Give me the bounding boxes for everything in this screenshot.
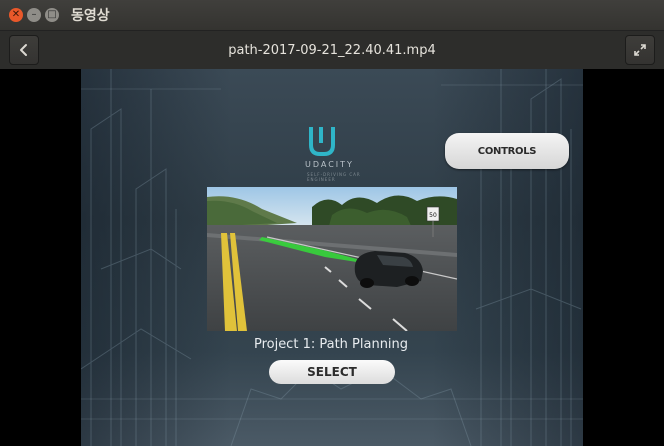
udacity-logo-icon <box>309 127 335 156</box>
project-label: Project 1: Path Planning <box>253 337 409 352</box>
video-frame[interactable]: UDACITY SELF-DRIVING CAR ENGINEER CONTRO… <box>81 69 583 446</box>
chevron-left-icon <box>20 44 27 56</box>
back-button[interactable] <box>9 35 39 65</box>
title-bar: ✕ – □ 동영상 <box>0 0 664 31</box>
maximize-window-button[interactable]: □ <box>45 8 59 22</box>
speed-sign-text: 50 <box>429 212 437 219</box>
brand-name: UDACITY <box>305 160 354 169</box>
minimize-window-button[interactable]: – <box>27 8 41 22</box>
window-title: 동영상 <box>71 8 110 24</box>
fullscreen-button[interactable] <box>625 35 655 65</box>
controls-button[interactable]: CONTROLS <box>445 133 569 169</box>
select-button[interactable]: SELECT <box>269 360 395 384</box>
close-window-button[interactable]: ✕ <box>9 8 23 22</box>
header-bar: path-2017-09-21_22.40.41.mp4 <box>0 31 664 69</box>
video-file-title: path-2017-09-21_22.40.41.mp4 <box>228 42 436 58</box>
project-preview-image: 50 <box>207 187 457 331</box>
brand-tagline: SELF-DRIVING CAR ENGINEER <box>307 172 361 182</box>
car-icon <box>354 251 423 288</box>
video-player-window: ✕ – □ 동영상 path-2017-09-21_22.40.41.mp4 U… <box>0 0 664 446</box>
video-area[interactable]: UDACITY SELF-DRIVING CAR ENGINEER CONTRO… <box>0 69 664 446</box>
expand-icon <box>634 44 646 56</box>
